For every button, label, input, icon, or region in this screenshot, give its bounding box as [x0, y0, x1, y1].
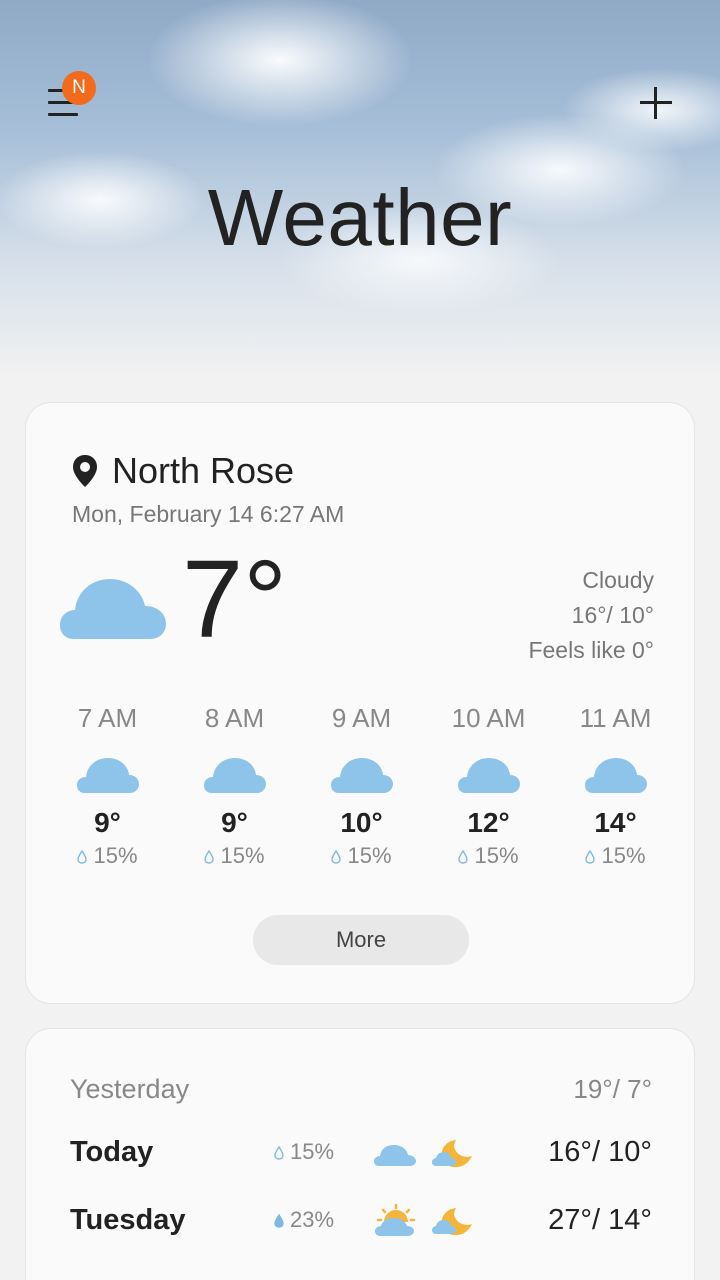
- daily-forecast-card[interactable]: Yesterday 19°/ 7° Today 15% 16°/ 10° Tue…: [25, 1028, 695, 1280]
- cloud-icon: [330, 758, 393, 793]
- current-datetime: Mon, February 14 6:27 AM: [72, 501, 345, 527]
- day-name: Today: [70, 1136, 154, 1168]
- raindrop-icon: [458, 850, 469, 864]
- hourly-forecast[interactable]: 7 AM 9° 15% 8 AM 9° 15% 9 AM 10° 15% 10 …: [44, 701, 680, 871]
- raindrop-icon: [77, 850, 88, 864]
- hour-temperature: 14°: [594, 807, 637, 838]
- hour-rain-value: 15%: [347, 843, 392, 868]
- hour-precipitation: 15%: [552, 841, 679, 871]
- hour-time: 9 AM: [331, 703, 392, 733]
- hour-time: 8 AM: [204, 703, 265, 733]
- day-high-low: 27°/ 14°: [548, 1204, 652, 1236]
- hour-precipitation: 15%: [425, 841, 552, 871]
- day-rain-value: 23%: [290, 1207, 335, 1232]
- more-button[interactable]: More: [253, 915, 469, 965]
- daily-row-yesterday: Yesterday 19°/ 7°: [70, 1069, 652, 1109]
- raindrop-icon: [274, 1214, 284, 1228]
- hour-precipitation: 15%: [44, 841, 171, 871]
- day-high-low: 16°/ 10°: [548, 1136, 652, 1168]
- hour-rain-value: 15%: [474, 843, 519, 868]
- hour-precipitation: 15%: [171, 841, 298, 871]
- day-precipitation: 23%: [274, 1200, 334, 1240]
- day-weather-icons: [375, 1204, 472, 1236]
- day-name: Yesterday: [70, 1074, 190, 1104]
- day-weather-icons: [374, 1140, 472, 1168]
- day-rain-value: 15%: [290, 1139, 335, 1164]
- location-name: North Rose: [112, 450, 295, 491]
- condition-summary: Cloudy 16°/ 10° Feels like 0°: [528, 563, 654, 668]
- menu-icon-bar: [48, 113, 78, 116]
- hourly-item: 9 AM 10° 15%: [298, 701, 425, 871]
- day-precipitation: 15%: [274, 1132, 334, 1172]
- hourly-item: 10 AM 12° 15%: [425, 701, 552, 871]
- add-location-button[interactable]: [636, 84, 676, 124]
- hour-rain-value: 15%: [601, 843, 646, 868]
- hour-time: 11 AM: [579, 703, 652, 733]
- page-title: Weather: [207, 173, 513, 262]
- cloud-icon: [76, 758, 139, 793]
- daily-row-tuesday[interactable]: Tuesday 23% 27°/ 14°: [70, 1200, 652, 1240]
- raindrop-icon: [274, 1146, 284, 1160]
- hour-rain-value: 15%: [93, 843, 138, 868]
- day-high-low: 19°/ 7°: [573, 1074, 652, 1104]
- cloud-icon: [584, 758, 647, 793]
- notification-badge[interactable]: N: [62, 71, 96, 105]
- daily-row-today[interactable]: Today 15% 16°/ 10°: [70, 1132, 652, 1172]
- condition-text: Cloudy: [582, 567, 654, 593]
- location-row: North Rose: [72, 450, 295, 491]
- hour-precipitation: 15%: [298, 841, 425, 871]
- hour-time: 10 AM: [451, 703, 526, 733]
- feels-like: Feels like 0°: [528, 637, 654, 663]
- cloud-icon: [203, 758, 266, 793]
- hour-temperature: 9°: [221, 807, 248, 838]
- cloud-icon: [457, 758, 520, 793]
- day-name: Tuesday: [70, 1204, 186, 1236]
- current-temperature: 7°: [182, 538, 288, 661]
- hourly-item: 7 AM 9° 15%: [44, 701, 171, 871]
- current-weather-card[interactable]: North Rose Mon, February 14 6:27 AM 7° C…: [25, 402, 695, 1004]
- raindrop-icon: [331, 850, 342, 864]
- raindrop-icon: [204, 850, 215, 864]
- hour-time: 7 AM: [77, 703, 138, 733]
- cloudy-moon-icon: [432, 1208, 472, 1236]
- hour-temperature: 10°: [340, 807, 383, 838]
- cloud-icon: [60, 579, 166, 639]
- cloud-icon: [374, 1145, 416, 1166]
- location-pin-icon: [73, 455, 97, 487]
- hour-temperature: 9°: [94, 807, 121, 838]
- hour-temperature: 12°: [467, 807, 510, 838]
- hourly-item: 11 AM 14° 15%: [552, 701, 679, 871]
- hour-rain-value: 15%: [220, 843, 265, 868]
- cloudy-moon-icon: [432, 1140, 472, 1168]
- partly-sunny-icon: [375, 1204, 416, 1236]
- hourly-item: 8 AM 9° 15%: [171, 701, 298, 871]
- raindrop-icon: [585, 850, 596, 864]
- high-low-temperature: 16°/ 10°: [571, 602, 654, 628]
